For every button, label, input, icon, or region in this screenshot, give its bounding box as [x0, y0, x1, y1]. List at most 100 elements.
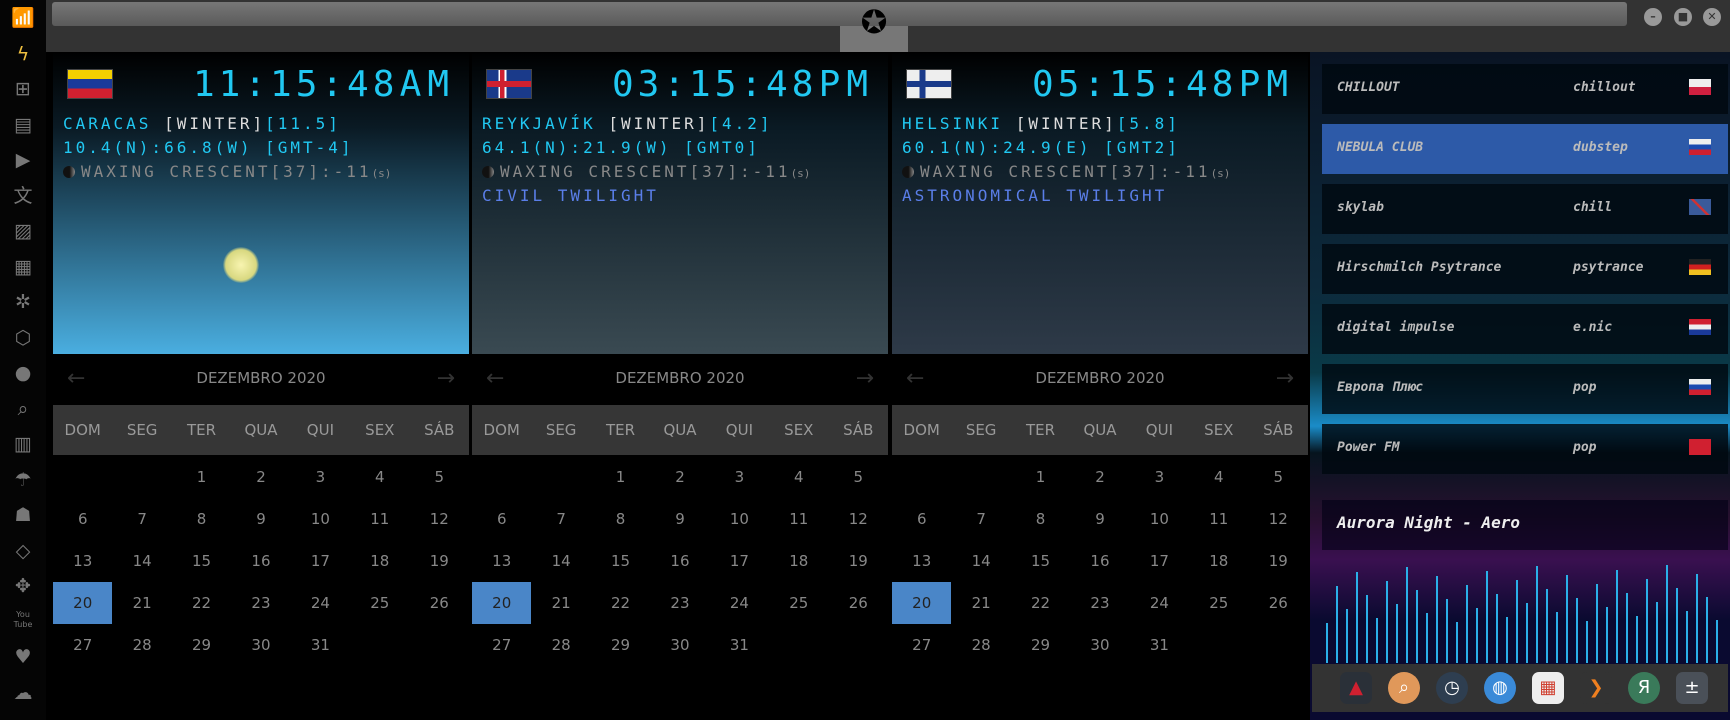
- station-item[interactable]: digital impulse e.nic: [1322, 304, 1728, 354]
- calendar-day[interactable]: 16: [231, 540, 290, 582]
- wifi-icon[interactable]: 📶: [11, 6, 35, 30]
- cloud-icon[interactable]: ☁: [11, 681, 35, 705]
- calendar-day[interactable]: 3: [291, 456, 350, 498]
- image-icon[interactable]: ▨: [11, 219, 35, 243]
- calendar-day[interactable]: 2: [650, 456, 709, 498]
- calendar-day[interactable]: 21: [112, 582, 171, 624]
- calendar-day[interactable]: 25: [350, 582, 409, 624]
- map-icon[interactable]: ▥: [11, 432, 35, 456]
- calendar-day[interactable]: 31: [291, 624, 350, 666]
- calendar-day[interactable]: 23: [1070, 582, 1129, 624]
- calendar-day[interactable]: 26: [410, 582, 469, 624]
- lightning-icon[interactable]: ϟ: [11, 42, 35, 66]
- calendar-day[interactable]: 20: [472, 582, 532, 624]
- calendar-day[interactable]: 13: [53, 540, 112, 582]
- yandex-app-icon[interactable]: Я: [1628, 672, 1660, 704]
- heart-icon[interactable]: ♥: [11, 645, 35, 669]
- archive-icon[interactable]: ▤: [11, 113, 35, 137]
- calendar-day[interactable]: 10: [291, 498, 350, 540]
- calendar-day[interactable]: 23: [650, 582, 709, 624]
- calendar-day[interactable]: 5: [1249, 456, 1308, 498]
- calendar-day[interactable]: 19: [829, 540, 888, 582]
- calendar-day[interactable]: 22: [1011, 582, 1070, 624]
- calendar-day[interactable]: 21: [531, 582, 590, 624]
- calendar-day[interactable]: 1: [1011, 456, 1070, 498]
- calendar-day[interactable]: 31: [1130, 624, 1189, 666]
- windows-icon[interactable]: ⊞: [11, 77, 35, 101]
- calendar-day[interactable]: 29: [591, 624, 650, 666]
- calendar-day[interactable]: 14: [112, 540, 171, 582]
- calendar-day[interactable]: 3: [710, 456, 769, 498]
- search-app-icon[interactable]: ⌕: [1388, 672, 1420, 704]
- empire-icon[interactable]: ✲: [11, 290, 35, 314]
- search-icon[interactable]: ⌕: [11, 397, 35, 421]
- calendar-day[interactable]: 29: [1011, 624, 1070, 666]
- clock-app-icon[interactable]: ◷: [1436, 672, 1468, 704]
- station-item[interactable]: NEBULA CLUB dubstep: [1322, 124, 1728, 174]
- calendar-day[interactable]: 27: [53, 624, 112, 666]
- maximize-button[interactable]: ■: [1674, 8, 1692, 26]
- calendar-day[interactable]: 4: [350, 456, 409, 498]
- calendar-day[interactable]: 2: [1070, 456, 1129, 498]
- calculator-app-icon[interactable]: ±: [1676, 672, 1708, 704]
- calendar-day[interactable]: 28: [951, 624, 1010, 666]
- calendar-day[interactable]: 26: [829, 582, 888, 624]
- globe-icon[interactable]: ●: [11, 361, 35, 385]
- next-month-arrow-icon[interactable]: →: [856, 366, 874, 391]
- calendar-day[interactable]: 18: [350, 540, 409, 582]
- calendar-day[interactable]: 6: [892, 498, 951, 540]
- close-button[interactable]: ✕: [1703, 8, 1721, 26]
- calendar-day[interactable]: 27: [892, 624, 951, 666]
- calendar-day[interactable]: 5: [410, 456, 469, 498]
- calendar-day[interactable]: 5: [829, 456, 888, 498]
- translate-icon[interactable]: 文: [11, 184, 35, 208]
- calendar-day[interactable]: 25: [1189, 582, 1248, 624]
- calendar-day[interactable]: 26: [1249, 582, 1308, 624]
- news-icon[interactable]: ▦: [11, 255, 35, 279]
- calendar-day[interactable]: 13: [892, 540, 951, 582]
- calendar-day[interactable]: 9: [1070, 498, 1129, 540]
- calendar-day[interactable]: 28: [531, 624, 590, 666]
- calendar-day[interactable]: 7: [112, 498, 171, 540]
- calendar-day[interactable]: 9: [650, 498, 709, 540]
- calendar-day[interactable]: 15: [1011, 540, 1070, 582]
- calendar-day[interactable]: 19: [410, 540, 469, 582]
- calendar-day[interactable]: 24: [291, 582, 350, 624]
- calendar-day[interactable]: 7: [951, 498, 1010, 540]
- calendar-day[interactable]: 9: [231, 498, 290, 540]
- contacts-icon[interactable]: ☗: [11, 503, 35, 527]
- calendar-day[interactable]: 31: [710, 624, 769, 666]
- calendar-day[interactable]: 14: [531, 540, 590, 582]
- calendar-day[interactable]: 11: [350, 498, 409, 540]
- station-item[interactable]: CHILLOUT chillout: [1322, 64, 1728, 114]
- calendar-day[interactable]: 10: [1130, 498, 1189, 540]
- calendar-day[interactable]: 10: [710, 498, 769, 540]
- arrow-app-icon[interactable]: ▲: [1340, 672, 1372, 704]
- hexagon-icon[interactable]: ⬡: [11, 326, 35, 350]
- calendar-day[interactable]: 24: [710, 582, 769, 624]
- calendar-day[interactable]: 18: [1189, 540, 1248, 582]
- calendar-day[interactable]: 11: [1189, 498, 1248, 540]
- calendar-day[interactable]: 27: [472, 624, 531, 666]
- calendar-day[interactable]: 1: [591, 456, 650, 498]
- globe-app-icon[interactable]: ◍: [1484, 672, 1516, 704]
- calendar-day[interactable]: 20: [53, 582, 113, 624]
- expand-icon[interactable]: ✥: [11, 574, 35, 598]
- calendar-day[interactable]: 11: [769, 498, 828, 540]
- address-bar[interactable]: [52, 2, 1627, 26]
- calendar-day[interactable]: 16: [650, 540, 709, 582]
- calendar-day[interactable]: 6: [472, 498, 531, 540]
- next-month-arrow-icon[interactable]: →: [437, 366, 455, 391]
- umbrella-icon[interactable]: ☂: [11, 468, 35, 492]
- calendar-day[interactable]: 12: [1249, 498, 1308, 540]
- play-icon[interactable]: ▶: [11, 148, 35, 172]
- calendar-day[interactable]: 29: [172, 624, 231, 666]
- calendar-day[interactable]: 15: [172, 540, 231, 582]
- minimize-button[interactable]: –: [1644, 8, 1662, 26]
- calendar-day[interactable]: 13: [472, 540, 531, 582]
- calendar-day[interactable]: 4: [769, 456, 828, 498]
- calendar-day[interactable]: 30: [231, 624, 290, 666]
- terminal-app-icon[interactable]: ❯: [1580, 672, 1612, 704]
- calendar-day[interactable]: 20: [892, 582, 952, 624]
- calendar-day[interactable]: 8: [1011, 498, 1070, 540]
